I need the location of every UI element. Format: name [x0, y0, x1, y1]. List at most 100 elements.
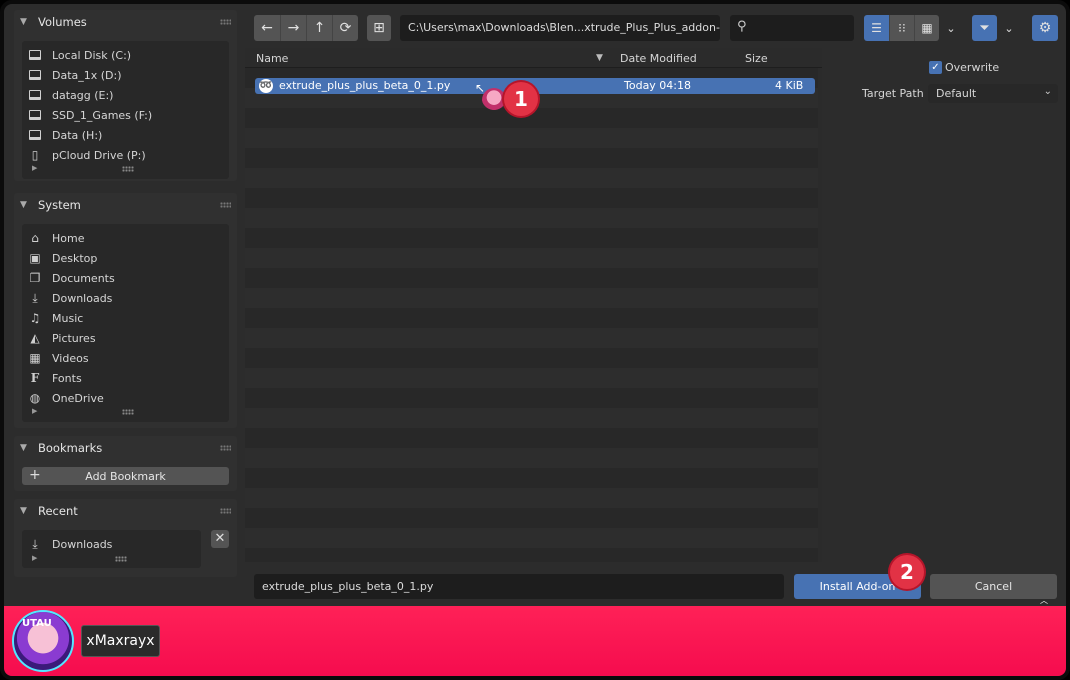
overwrite-label: Overwrite — [945, 61, 1000, 74]
step-number: 1 — [514, 87, 528, 111]
sidebar-item-label: Data_1x (D:) — [52, 68, 122, 82]
streamer-footer-bar — [4, 606, 1066, 676]
settings-button[interactable]: ⚙ — [1032, 15, 1058, 41]
logo-text: UTAU — [22, 618, 52, 629]
chevron-down-icon: ⌄ — [1043, 86, 1052, 97]
column-header-name[interactable]: Name — [256, 52, 288, 65]
add-bookmark-button[interactable]: + Add Bookmark — [22, 467, 229, 485]
horizontal-list-view-button[interactable]: ⁝⁝ — [889, 15, 914, 41]
drive-icon — [28, 108, 42, 122]
drag-grip-icon[interactable] — [220, 19, 231, 25]
target-path-value: Default — [936, 87, 977, 100]
filename-input[interactable]: extrude_plus_plus_beta_0_1.py — [254, 574, 784, 599]
filter-toggle-button[interactable]: ⏷ — [972, 15, 997, 41]
sidebar-item-downloads[interactable]: ⤓ Downloads — [22, 288, 229, 308]
sidebar-item-data-h[interactable]: Data (H:) — [22, 125, 229, 145]
volumes-title: Volumes — [38, 15, 87, 29]
vertical-list-view-button[interactable]: ☰ — [864, 15, 889, 41]
overwrite-checkbox[interactable]: ✓ — [929, 61, 942, 74]
search-icon: ⚲ — [737, 19, 747, 34]
sidebar-item-ssd-1-games-f[interactable]: SSD_1_Games (F:) — [22, 105, 229, 125]
sort-descending-icon[interactable]: ▼ — [596, 53, 603, 63]
system-header[interactable]: ▼ System — [14, 193, 237, 217]
target-path-label: Target Path — [862, 87, 924, 100]
column-header-size[interactable]: Size — [745, 52, 768, 65]
drag-grip-icon[interactable] — [220, 508, 231, 514]
volumes-list: Local Disk (C:) Data_1x (D:) datagg (E:)… — [22, 41, 229, 179]
sidebar-item-label: Data (H:) — [52, 128, 103, 142]
sidebar-item-label: OneDrive — [52, 391, 104, 405]
sidebar-item-label: Downloads — [52, 291, 113, 305]
sidebar-item-datagg-e[interactable]: datagg (E:) — [22, 85, 229, 105]
file-list: Name ▼ Date Modified Size ➿ extrude_plus… — [245, 48, 822, 562]
expand-arrow-icon[interactable]: ▶ — [32, 164, 37, 172]
new-folder-button[interactable]: ⊞ — [367, 15, 391, 41]
arrow-up-icon: ↑ — [313, 20, 326, 36]
back-button[interactable]: ← — [254, 15, 280, 41]
sidebar-item-home[interactable]: ⌂ Home — [22, 228, 229, 248]
chevron-down-icon: ▼ — [20, 443, 27, 453]
sidebar-item-label: Pictures — [52, 331, 96, 345]
column-header-date-modified[interactable]: Date Modified — [620, 52, 697, 65]
clear-recent-button[interactable]: ✕ — [211, 530, 229, 548]
recent-panel: ▼ Recent ⤓ Downloads ▶ ✕ — [14, 499, 237, 577]
target-path-select[interactable]: Default ⌄ — [928, 84, 1058, 103]
downloads-icon: ⤓ — [32, 536, 38, 551]
chevron-down-icon: ▼ — [20, 17, 27, 27]
sidebar-item-label: Local Disk (C:) — [52, 48, 132, 62]
cancel-button[interactable]: Cancel — [930, 574, 1057, 599]
sidebar-item-label: Fonts — [52, 371, 82, 385]
file-list-scrollbar[interactable] — [818, 68, 822, 562]
drag-grip-icon[interactable] — [220, 202, 231, 208]
thumbnail-view-button[interactable]: ▦ — [914, 15, 939, 41]
parent-directory-button[interactable]: ↑ — [306, 15, 332, 41]
recent-list: ⤓ Downloads ▶ — [22, 530, 201, 568]
arrow-left-icon: ← — [261, 20, 273, 36]
file-date: Today 04:18 — [624, 79, 692, 92]
sidebar-item-music[interactable]: ♫ Music — [22, 308, 229, 328]
sidebar-item-onedrive[interactable]: ◍ OneDrive — [22, 388, 229, 408]
pictures-icon: ◭ — [30, 331, 40, 345]
display-settings-dropdown[interactable]: ⌄ — [939, 15, 963, 41]
sidebar-item-fonts[interactable]: F Fonts — [22, 368, 229, 388]
sidebar-item-pictures[interactable]: ◭ Pictures — [22, 328, 229, 348]
sidebar-item-desktop[interactable]: ▣ Desktop — [22, 248, 229, 268]
refresh-button[interactable]: ⟳ — [332, 15, 358, 41]
filter-settings-dropdown[interactable]: ⌄ — [997, 15, 1021, 41]
refresh-icon: ⟳ — [339, 20, 352, 36]
resize-grip-icon[interactable] — [115, 556, 127, 562]
volumes-header[interactable]: ▼ Volumes — [14, 10, 237, 34]
add-bookmark-label: Add Bookmark — [85, 470, 166, 483]
resize-grip-icon[interactable] — [122, 166, 134, 172]
arrow-right-icon: → — [287, 20, 300, 36]
recent-header[interactable]: ▼ Recent — [14, 499, 237, 523]
sidebar-item-local-disk-c[interactable]: Local Disk (C:) — [22, 45, 229, 65]
file-list-header: Name ▼ Date Modified Size — [245, 48, 822, 68]
sidebar-item-label: SSD_1_Games (F:) — [52, 108, 153, 122]
recent-title: Recent — [38, 504, 78, 518]
bookmarks-header[interactable]: ▼ Bookmarks — [14, 436, 237, 460]
sidebar-item-label: datagg (E:) — [52, 88, 114, 102]
file-size: 4 KiB — [775, 79, 804, 92]
sidebar-item-videos[interactable]: ▦ Videos — [22, 348, 229, 368]
drag-grip-icon[interactable] — [220, 445, 231, 451]
new-folder-icon: ⊞ — [373, 20, 385, 36]
network-drive-icon: ▯ — [31, 148, 39, 162]
search-input[interactable]: ⚲ — [730, 15, 854, 41]
horizontal-list-icon: ⁝⁝ — [898, 21, 906, 35]
path-field[interactable]: C:\Users\max\Downloads\Blen...xtrude_Plu… — [400, 15, 720, 41]
resize-grip-icon[interactable] — [122, 409, 134, 415]
gear-icon: ⚙ — [1038, 20, 1052, 36]
chevron-down-icon: ⌄ — [1004, 21, 1014, 35]
file-browser-window: ▼ Volumes Local Disk (C:) Data_1x (D:) d… — [0, 0, 1070, 680]
recent-item-downloads[interactable]: ⤓ Downloads — [22, 534, 201, 554]
cancel-label: Cancel — [974, 580, 1013, 593]
sidebar-item-documents[interactable]: ❐ Documents — [22, 268, 229, 288]
sidebar-item-pcloud-drive-p[interactable]: ▯ pCloud Drive (P:) — [22, 145, 229, 165]
drive-icon — [28, 68, 42, 82]
sidebar-item-data-1x-d[interactable]: Data_1x (D:) — [22, 65, 229, 85]
step-number: 2 — [900, 560, 914, 584]
expand-arrow-icon[interactable]: ▶ — [32, 554, 37, 562]
expand-arrow-icon[interactable]: ▶ — [32, 407, 37, 415]
forward-button[interactable]: → — [280, 15, 306, 41]
